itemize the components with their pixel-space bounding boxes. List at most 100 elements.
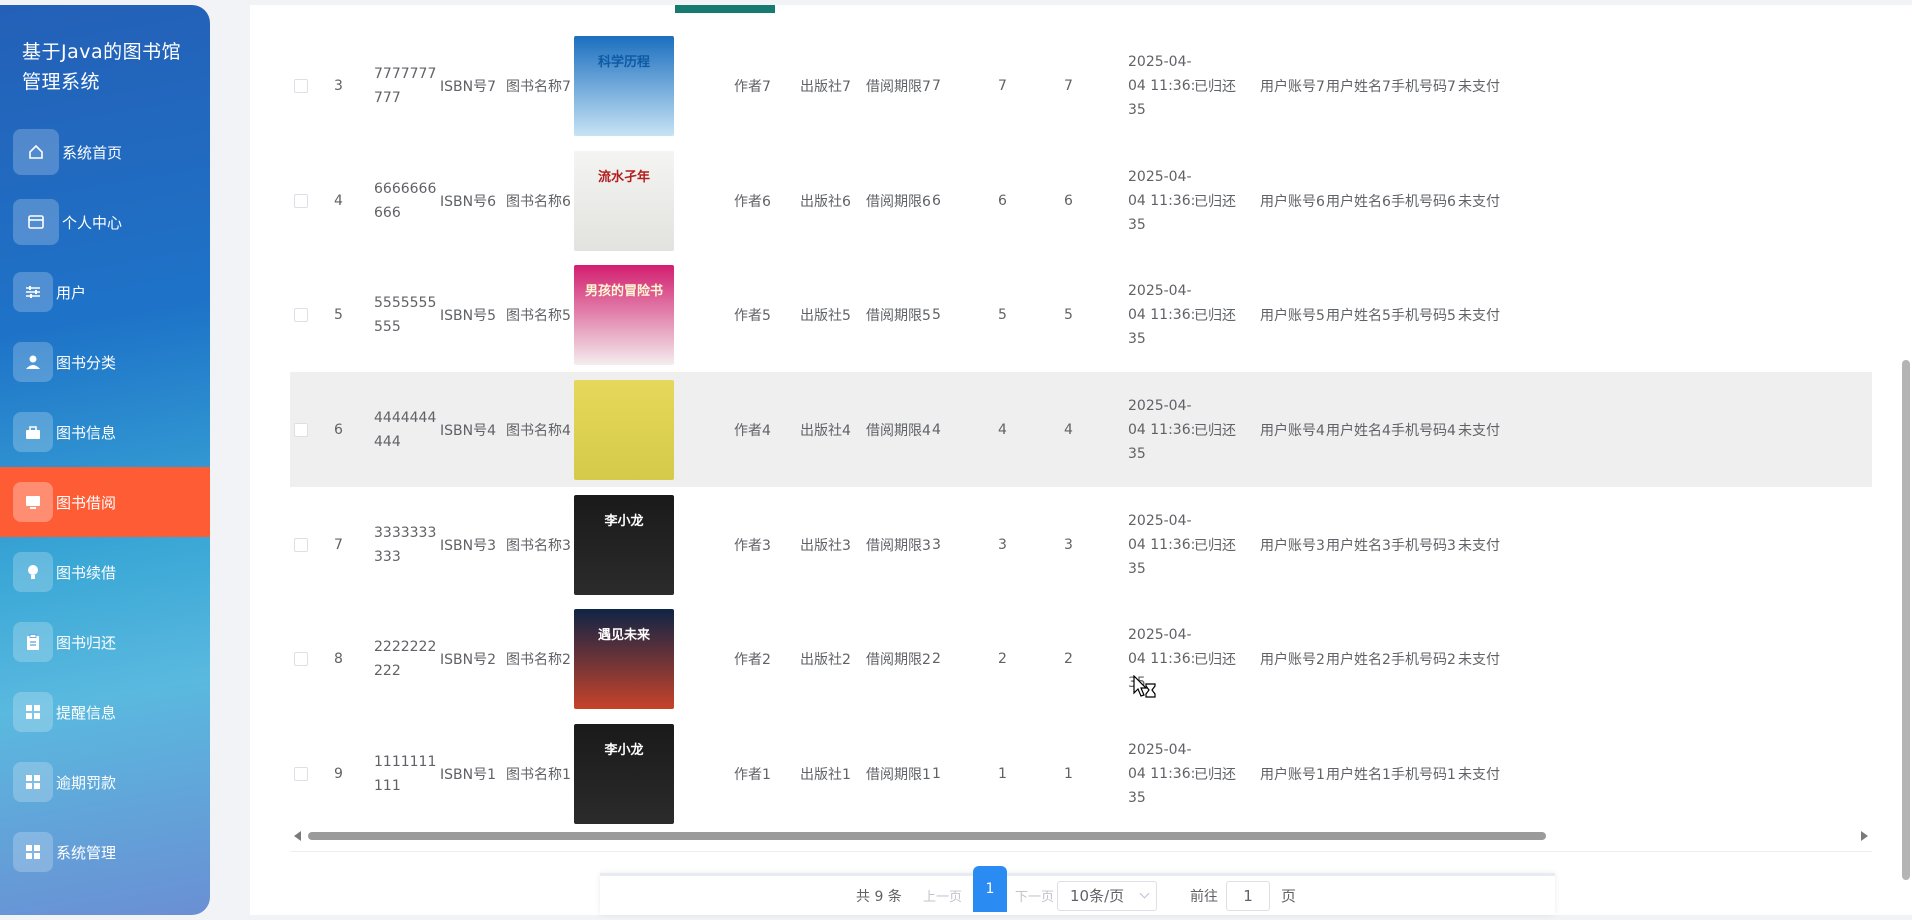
period-text: 借阅期限7 <box>866 78 931 95</box>
period-text: 借阅期限5 <box>866 307 931 324</box>
n3-text: 7 <box>1064 77 1073 94</box>
cell-index: 4 <box>334 143 374 258</box>
book-cover-image: 李小龙 <box>574 494 674 595</box>
account-text: 用户账号4 <box>1260 422 1325 439</box>
horizontal-scrollbar[interactable] <box>290 828 1872 842</box>
name-text: 图书名称1 <box>506 766 571 783</box>
grid-icon <box>13 692 53 732</box>
sidebar-item-0[interactable]: 系统首页 <box>0 117 210 187</box>
n2-text: 3 <box>998 536 1007 553</box>
n2-text: 5 <box>998 306 1007 323</box>
username-text: 用户姓名2 <box>1326 651 1391 668</box>
cell-date: 2025-04-04 11:36:35 <box>1128 487 1198 602</box>
n2-text: 6 <box>998 192 1007 209</box>
table-row[interactable]: 5 5555555555 ISBN号5 图书名称5 男孩的冒险书 作者5 出版社5 借阅期限5… <box>290 257 1872 372</box>
sidebar-item-6[interactable]: 图书续借 <box>0 537 210 607</box>
publisher-text: 出版社2 <box>800 651 851 668</box>
row-checkbox[interactable] <box>294 307 308 322</box>
cell-code: 3333333333 <box>374 487 440 602</box>
cell-code: 6666666666 <box>374 143 440 258</box>
publisher-text: 出版社7 <box>800 78 851 95</box>
cell-n2: 2 <box>998 601 1038 716</box>
row-checkbox[interactable] <box>294 537 308 552</box>
sidebar-item-5[interactable]: 图书借阅 <box>0 467 210 537</box>
sidebar-item-2[interactable]: 用户 <box>0 257 210 327</box>
table-row[interactable]: 8 2222222222 ISBN号2 图书名称2 遇见未来 作者2 出版社2 借阅期限2 2 2… <box>290 601 1872 716</box>
cell-n3: 6 <box>1064 143 1104 258</box>
n1-text: 1 <box>932 765 941 782</box>
account-text: 用户账号1 <box>1260 766 1325 783</box>
cell-n3: 3 <box>1064 487 1104 602</box>
goto-page-input[interactable] <box>1226 880 1270 911</box>
n1-text: 5 <box>932 306 941 323</box>
sidebar-item-label: 系统管理 <box>56 843 117 862</box>
sidebar-item-4[interactable]: 图书信息 <box>0 397 210 467</box>
sidebar-item-9[interactable]: 逾期罚款 <box>0 747 210 817</box>
scroll-right-arrow-icon[interactable] <box>1861 831 1868 841</box>
cell-n3: 2 <box>1064 601 1104 716</box>
monitor-icon <box>13 482 53 522</box>
n3-text: 5 <box>1064 306 1073 323</box>
cover-cell: 流水孑年 <box>574 143 694 258</box>
page-size-value: 10条/页 <box>1070 887 1125 905</box>
horizontal-scroll-thumb[interactable] <box>308 832 1546 840</box>
phone-text: 手机号码2 <box>1391 651 1456 668</box>
cell-pay: 未支付 <box>1458 143 1528 258</box>
sidebar-item-3[interactable]: 图书分类 <box>0 327 210 397</box>
cover-title: 科学历程 <box>598 54 650 70</box>
page-number-current[interactable]: 1 <box>973 866 1007 912</box>
book-cover-image <box>574 379 674 480</box>
cell-n2: 3 <box>998 487 1038 602</box>
table-row[interactable]: 7 3333333333 ISBN号3 图书名称3 李小龙 作者3 出版社3 借阅期限3 3 3 3… <box>290 487 1872 602</box>
scroll-left-arrow-icon[interactable] <box>294 831 301 841</box>
page-size-select[interactable]: 10条/页 <box>1057 880 1157 911</box>
status-text: 已归还 <box>1194 537 1236 554</box>
isbn-text: ISBN号2 <box>440 651 496 668</box>
app-title: 基于Java的图书馆管理系统 <box>22 41 182 93</box>
next-page-button[interactable]: 下一页 <box>1015 886 1054 905</box>
cell-n3: 4 <box>1064 372 1104 487</box>
row-checkbox[interactable] <box>294 766 308 781</box>
cell-index: 7 <box>334 487 374 602</box>
grid-icon <box>13 762 53 802</box>
author-text: 作者5 <box>734 307 771 324</box>
code-text: 3333333333 <box>374 524 437 565</box>
isbn-text: ISBN号3 <box>440 537 496 554</box>
status-text: 已归还 <box>1194 78 1236 95</box>
book-cover-image: 流水孑年 <box>574 150 674 251</box>
cell-index: 8 <box>334 601 374 716</box>
table-row[interactable]: 4 6666666666 ISBN号6 图书名称6 流水孑年 作者6 出版社6 借阅期限6 6 6… <box>290 143 1872 258</box>
sidebar-item-1[interactable]: 个人中心 <box>0 187 210 257</box>
row-checkbox[interactable] <box>294 422 308 437</box>
phone-text: 手机号码4 <box>1391 422 1456 439</box>
vertical-scrollbar[interactable] <box>1902 360 1910 880</box>
row-checkbox[interactable] <box>294 78 308 93</box>
cover-cell: 李小龙 <box>574 487 694 602</box>
cell-index: 6 <box>334 372 374 487</box>
table-row[interactable]: 9 1111111111 ISBN号1 图书名称1 李小龙 作者1 出版社1 借阅期限1 1 1 1… <box>290 716 1872 831</box>
cell-n1: 7 <box>932 28 972 143</box>
isbn-text: ISBN号1 <box>440 766 496 783</box>
prev-page-button[interactable]: 上一页 <box>923 886 962 905</box>
row-checkbox[interactable] <box>294 193 308 208</box>
index-text: 3 <box>334 77 343 94</box>
cell-n2: 1 <box>998 716 1038 831</box>
pay-text: 未支付 <box>1458 78 1500 95</box>
table-row[interactable]: 6 4444444444 ISBN号4 图书名称4 作者4 出版社4 借阅期限4 4 4 4 202… <box>290 372 1872 487</box>
sidebar-item-10[interactable]: 系统管理 <box>0 817 210 887</box>
n1-text: 7 <box>932 77 941 94</box>
cell-code: 4444444444 <box>374 372 440 487</box>
briefcase-icon <box>13 412 53 452</box>
table-row[interactable]: 3 7777777777 ISBN号7 图书名称7 科学历程 作者7 出版社7 借阅期限7 7 7… <box>290 28 1872 143</box>
pay-text: 未支付 <box>1458 193 1500 210</box>
account-text: 用户账号2 <box>1260 651 1325 668</box>
book-cover-image: 科学历程 <box>574 35 674 136</box>
row-checkbox[interactable] <box>294 651 308 666</box>
phone-text: 手机号码6 <box>1391 193 1456 210</box>
sidebar-item-7[interactable]: 图书归还 <box>0 607 210 677</box>
sidebar-menu: 系统首页 个人中心 用户 图书分类 图书信息 图书借阅 图书续借 图书归还 提醒信息 逾期罚款系统… <box>0 117 210 887</box>
sidebar-item-8[interactable]: 提醒信息 <box>0 677 210 747</box>
username-text: 用户姓名6 <box>1326 193 1391 210</box>
cell-n1: 1 <box>932 716 972 831</box>
period-text: 借阅期限1 <box>866 766 931 783</box>
